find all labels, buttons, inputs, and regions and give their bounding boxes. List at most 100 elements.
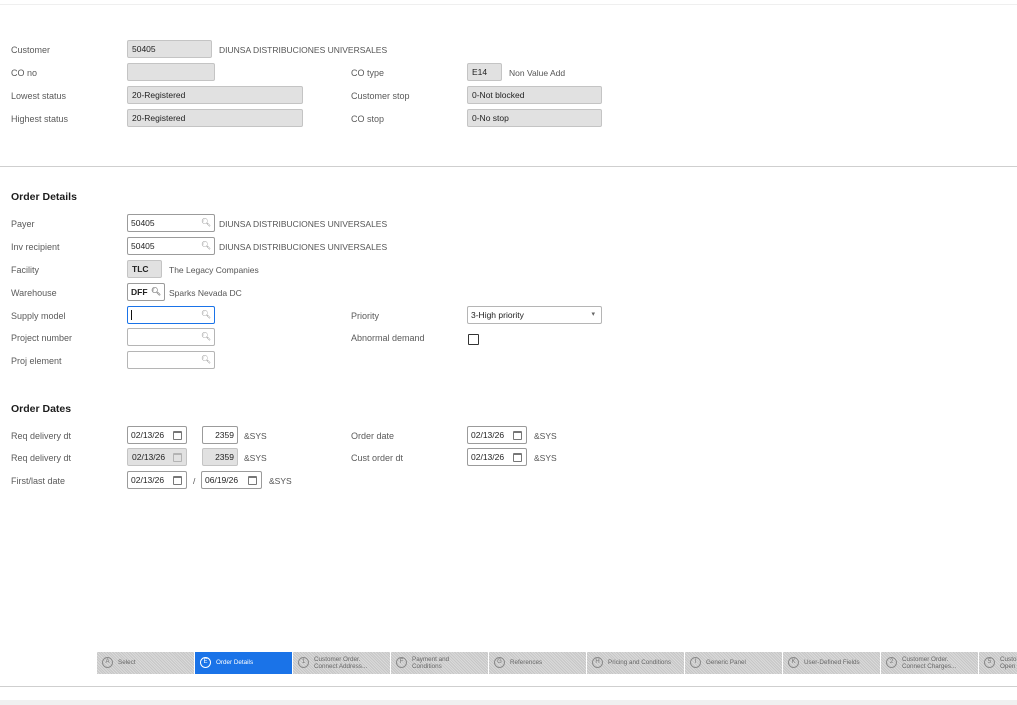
abnormal-demand-checkbox[interactable] (468, 334, 479, 345)
warehouse-label: Warehouse (11, 288, 57, 298)
priority-label: Priority (351, 311, 380, 321)
chevron-down-icon: ▾ (591, 311, 595, 318)
co-type-desc: Non Value Add (509, 68, 566, 78)
customer-field: 50405 (127, 40, 212, 58)
tab-customer-open[interactable]: 5 Custo Open (979, 652, 1017, 674)
tab-label: Pricing and Conditions (608, 659, 672, 666)
co-type-field: E14 (467, 63, 502, 81)
last-date-input[interactable]: 06/19/26 (201, 471, 262, 489)
order-date-label: Order date (351, 431, 395, 441)
project-number-label: Project number (11, 333, 73, 343)
order-date-timezone: &SYS (534, 431, 557, 441)
tab-key-badge: E (200, 657, 211, 668)
tab-customer-order-connect-charges[interactable]: 2 Customer Order. Connect Charges... (881, 652, 978, 674)
order-details-title: Order Details (11, 191, 77, 203)
tab-label: References (510, 659, 543, 666)
tab-pricing-and-conditions[interactable]: H Pricing and Conditions (587, 652, 684, 674)
co-stop-field: 0-No stop (467, 109, 602, 127)
co-no-label: CO no (11, 68, 38, 78)
customer-stop-field: 0-Not blocked (467, 86, 602, 104)
req-delivery-date-2-value: 02/13/26 (132, 452, 166, 462)
tab-label: User-Defined Fields (804, 659, 860, 666)
order-date-input[interactable]: 02/13/26 (467, 426, 527, 444)
footer-bar (0, 700, 1017, 705)
inv-recipient-input[interactable]: 50405 🔍︎ (127, 237, 215, 255)
tab-label: Custo Open (1000, 656, 1017, 670)
tab-key-badge: G (494, 657, 505, 668)
req-delivery-date-input[interactable]: 02/13/26 (127, 426, 187, 444)
tab-generic-panel[interactable]: I Generic Panel (685, 652, 782, 674)
calendar-icon[interactable] (173, 476, 182, 485)
footer-divider (0, 686, 1017, 687)
tab-key-badge: 1 (298, 657, 309, 668)
supply-model-label: Supply model (11, 311, 66, 321)
proj-element-label: Proj element (11, 356, 62, 366)
cust-order-dt-timezone: &SYS (534, 453, 557, 463)
req-delivery-date-value: 02/13/26 (131, 430, 165, 440)
supply-model-input[interactable]: 🔍︎ (127, 306, 215, 324)
last-date-value: 06/19/26 (205, 475, 239, 485)
search-icon[interactable]: 🔍︎ (201, 216, 211, 230)
first-date-input[interactable]: 02/13/26 (127, 471, 187, 489)
search-icon[interactable]: 🔍︎ (151, 285, 161, 299)
tab-label: Order Details (216, 659, 254, 666)
cust-order-dt-input[interactable]: 02/13/26 (467, 448, 527, 466)
tab-key-badge: H (592, 657, 603, 668)
priority-select[interactable]: 3-High priority ▾ (467, 306, 602, 324)
proj-element-input[interactable]: 🔍︎ (127, 351, 215, 369)
tab-key-badge: 2 (886, 657, 897, 668)
tab-label: Customer Order. Connect Address... (314, 656, 368, 670)
calendar-icon[interactable] (513, 431, 522, 440)
tab-label: Payment and Conditions (412, 656, 450, 670)
text-cursor (131, 310, 132, 320)
warehouse-input[interactable]: DFF 🔍︎ (127, 283, 165, 301)
order-dates-title: Order Dates (11, 403, 72, 415)
calendar-icon[interactable] (248, 476, 257, 485)
inv-recipient-label: Inv recipient (11, 242, 60, 252)
tab-key-badge: I (690, 657, 701, 668)
tab-references[interactable]: G References (489, 652, 586, 674)
facility-field: TLC (127, 260, 162, 278)
first-last-date-label: First/last date (11, 476, 66, 486)
first-date-value: 02/13/26 (131, 475, 165, 485)
search-icon[interactable]: 🔍︎ (201, 353, 211, 367)
project-number-input[interactable]: 🔍︎ (127, 328, 215, 346)
req-delivery-timezone: &SYS (244, 431, 267, 441)
tab-label: Generic Panel (706, 659, 746, 666)
co-no-field (127, 63, 215, 81)
customer-label: Customer (11, 45, 51, 55)
tab-order-details[interactable]: E Order Details (195, 652, 292, 674)
top-border (0, 0, 1017, 5)
tab-label: Select (118, 659, 136, 666)
tab-customer-order-connect-address[interactable]: 1 Customer Order. Connect Address... (293, 652, 390, 674)
priority-value: 3-High priority (471, 310, 524, 320)
calendar-icon[interactable] (513, 453, 522, 462)
req-delivery-label: Req delivery dt (11, 431, 72, 441)
first-last-timezone: &SYS (269, 476, 292, 486)
req-delivery-label-2: Req delivery dt (11, 453, 72, 463)
calendar-icon (173, 453, 182, 462)
calendar-icon[interactable] (173, 431, 182, 440)
tab-key-badge: F (396, 657, 407, 668)
section-divider (0, 166, 1017, 167)
inv-recipient-name: DIUNSA DISTRIBUCIONES UNIVERSALES (219, 242, 388, 252)
tab-label: Customer Order. Connect Charges... (902, 656, 957, 670)
payer-input[interactable]: 50405 🔍︎ (127, 214, 215, 232)
co-type-label: CO type (351, 68, 385, 78)
req-delivery-time-input[interactable]: 2359 (202, 426, 238, 444)
date-separator: / (193, 476, 196, 486)
req-delivery-timezone-2: &SYS (244, 453, 267, 463)
payer-name: DIUNSA DISTRIBUCIONES UNIVERSALES (219, 219, 388, 229)
tab-select[interactable]: A Select (97, 652, 194, 674)
co-stop-label: CO stop (351, 114, 385, 124)
cust-order-dt-label: Cust order dt (351, 453, 404, 463)
tab-user-defined-fields[interactable]: K User-Defined Fields (783, 652, 880, 674)
highest-status-label: Highest status (11, 114, 69, 124)
search-icon[interactable]: 🔍︎ (201, 308, 211, 322)
search-icon[interactable]: 🔍︎ (201, 239, 211, 253)
payer-label: Payer (11, 219, 35, 229)
cust-order-dt-value: 02/13/26 (471, 452, 505, 462)
tab-payment-and-conditions[interactable]: F Payment and Conditions (391, 652, 488, 674)
search-icon[interactable]: 🔍︎ (201, 330, 211, 344)
lowest-status-label: Lowest status (11, 91, 67, 101)
